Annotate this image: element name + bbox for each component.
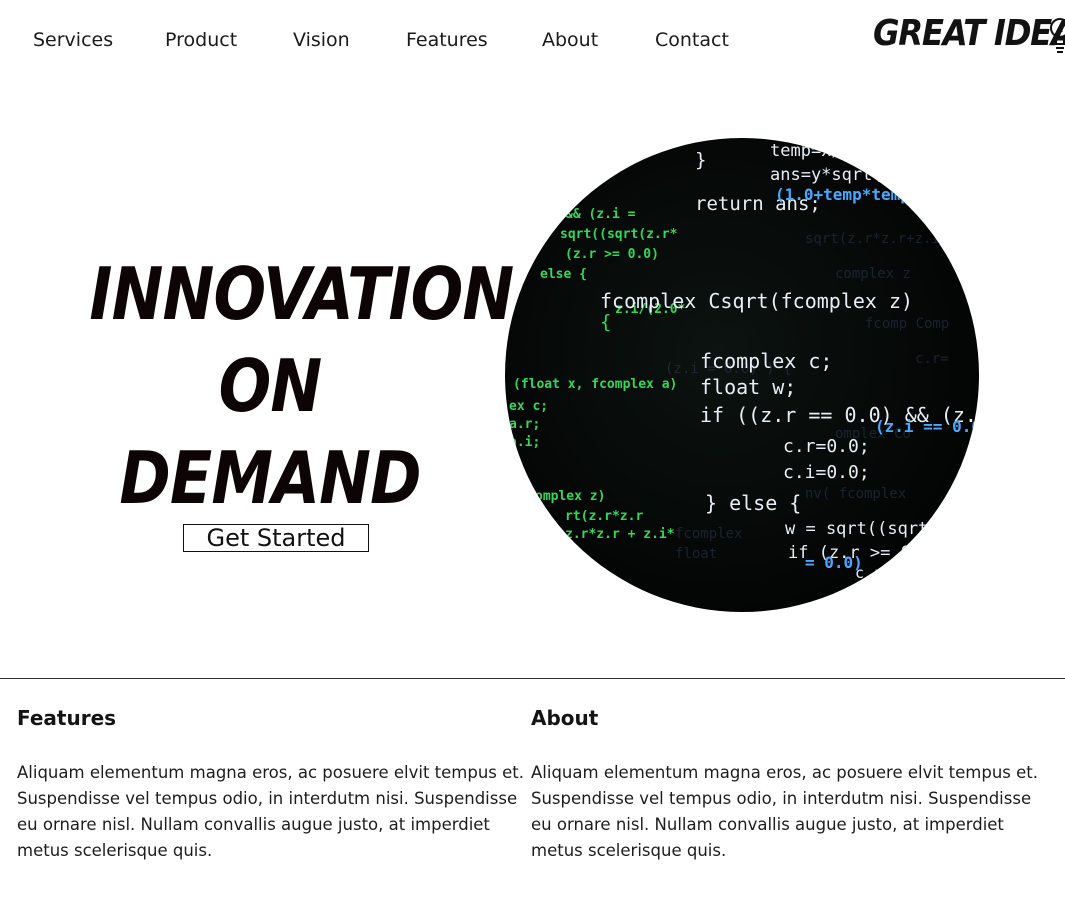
code-screen-image: sqrt(z.r*z.r+z.i complex z fcomp Comp c.… — [505, 138, 979, 612]
code-line: fcomplex Csqrt(fcomplex z) — [600, 289, 913, 313]
logo-text: GREAT IDEA — [873, 13, 1065, 54]
section-body: Aliquam elementum magna eros, ac posuere… — [531, 763, 1039, 860]
nav-features[interactable]: Features — [406, 29, 488, 51]
features-section: Features Aliquam elementum magna eros, a… — [17, 704, 529, 864]
svg-text:nv( fcomplex: nv( fcomplex — [805, 486, 906, 502]
svg-text:fcomplex: fcomplex — [675, 526, 742, 542]
svg-text:(z.r >= 0.0): (z.r >= 0.0) — [565, 247, 659, 262]
code-line: float w; — [700, 375, 796, 399]
nav-about[interactable]: About — [542, 29, 598, 51]
svg-text:sqrt(z.r*z.r+z.i: sqrt(z.r*z.r+z.i — [805, 231, 940, 247]
code-line: } else { — [705, 491, 801, 515]
section-divider — [0, 678, 1065, 679]
code-line: { — [600, 311, 611, 333]
code-line: c.i=0.0; — [783, 462, 870, 483]
nav-contact[interactable]: Contact — [655, 29, 729, 51]
nav-vision[interactable]: Vision — [293, 29, 350, 51]
get-started-button[interactable]: Get Started — [183, 524, 369, 552]
code-line: w = sqrt((sqrt(z.r*z — [785, 519, 979, 539]
nav-services[interactable]: Services — [33, 29, 113, 51]
svg-text:(1.0+temp*temp: (1.0+temp*temp — [775, 185, 910, 204]
brand-logo[interactable]: GREAT IDEA — [871, 12, 1065, 60]
hero-title: INNOVATION ON DEMAND — [89, 248, 514, 524]
svg-text:= 0.0): = 0.0) — [805, 553, 863, 572]
hero-title-line: ON — [218, 344, 323, 429]
svg-text:else {: else { — [540, 267, 587, 282]
svg-text:complex z: complex z — [835, 266, 911, 282]
section-heading: About — [531, 706, 599, 730]
svg-text:float: float — [675, 546, 717, 562]
svg-text:(z.i == 0.0) {: (z.i == 0.0) { — [875, 417, 979, 436]
svg-text:sqrt((sqrt(z.r*: sqrt((sqrt(z.r* — [560, 227, 678, 242]
hero-title-line: DEMAND — [119, 436, 421, 521]
lightbulb-icon — [1049, 14, 1065, 60]
svg-text:&& (z.i =: && (z.i = — [565, 207, 636, 222]
section-heading: Features — [17, 706, 117, 730]
code-line: temp=x/y; — [770, 141, 862, 161]
svg-text:a.i;: a.i; — [509, 435, 540, 450]
hero-title-line: INNOVATION — [89, 252, 514, 337]
svg-text:fcomp Comp: fcomp Comp — [865, 316, 949, 332]
about-section: About Aliquam elementum magna eros, ac p… — [531, 704, 1043, 864]
nav-product[interactable]: Product — [165, 29, 237, 51]
code-line: } — [695, 149, 706, 171]
code-line: fcomplex c; — [700, 349, 832, 373]
svg-text:(float x, fcomplex a): (float x, fcomplex a) — [513, 377, 677, 392]
code-line: ans=y*sqrt(1.0+temp*temp — [770, 165, 979, 185]
svg-text:ex c;: ex c; — [509, 399, 548, 414]
svg-text:c.r=: c.r= — [915, 351, 949, 367]
svg-text:a.r;: a.r; — [509, 417, 540, 432]
section-body: Aliquam elementum magna eros, ac posuere… — [17, 763, 525, 860]
code-line: c.r=0.0; — [783, 436, 870, 457]
svg-text:rt(z.r*z.r: rt(z.r*z.r — [565, 509, 643, 524]
svg-text:omplex z): omplex z) — [535, 489, 605, 504]
svg-text:z.r*z.r + z.i*: z.r*z.r + z.i* — [565, 527, 675, 542]
